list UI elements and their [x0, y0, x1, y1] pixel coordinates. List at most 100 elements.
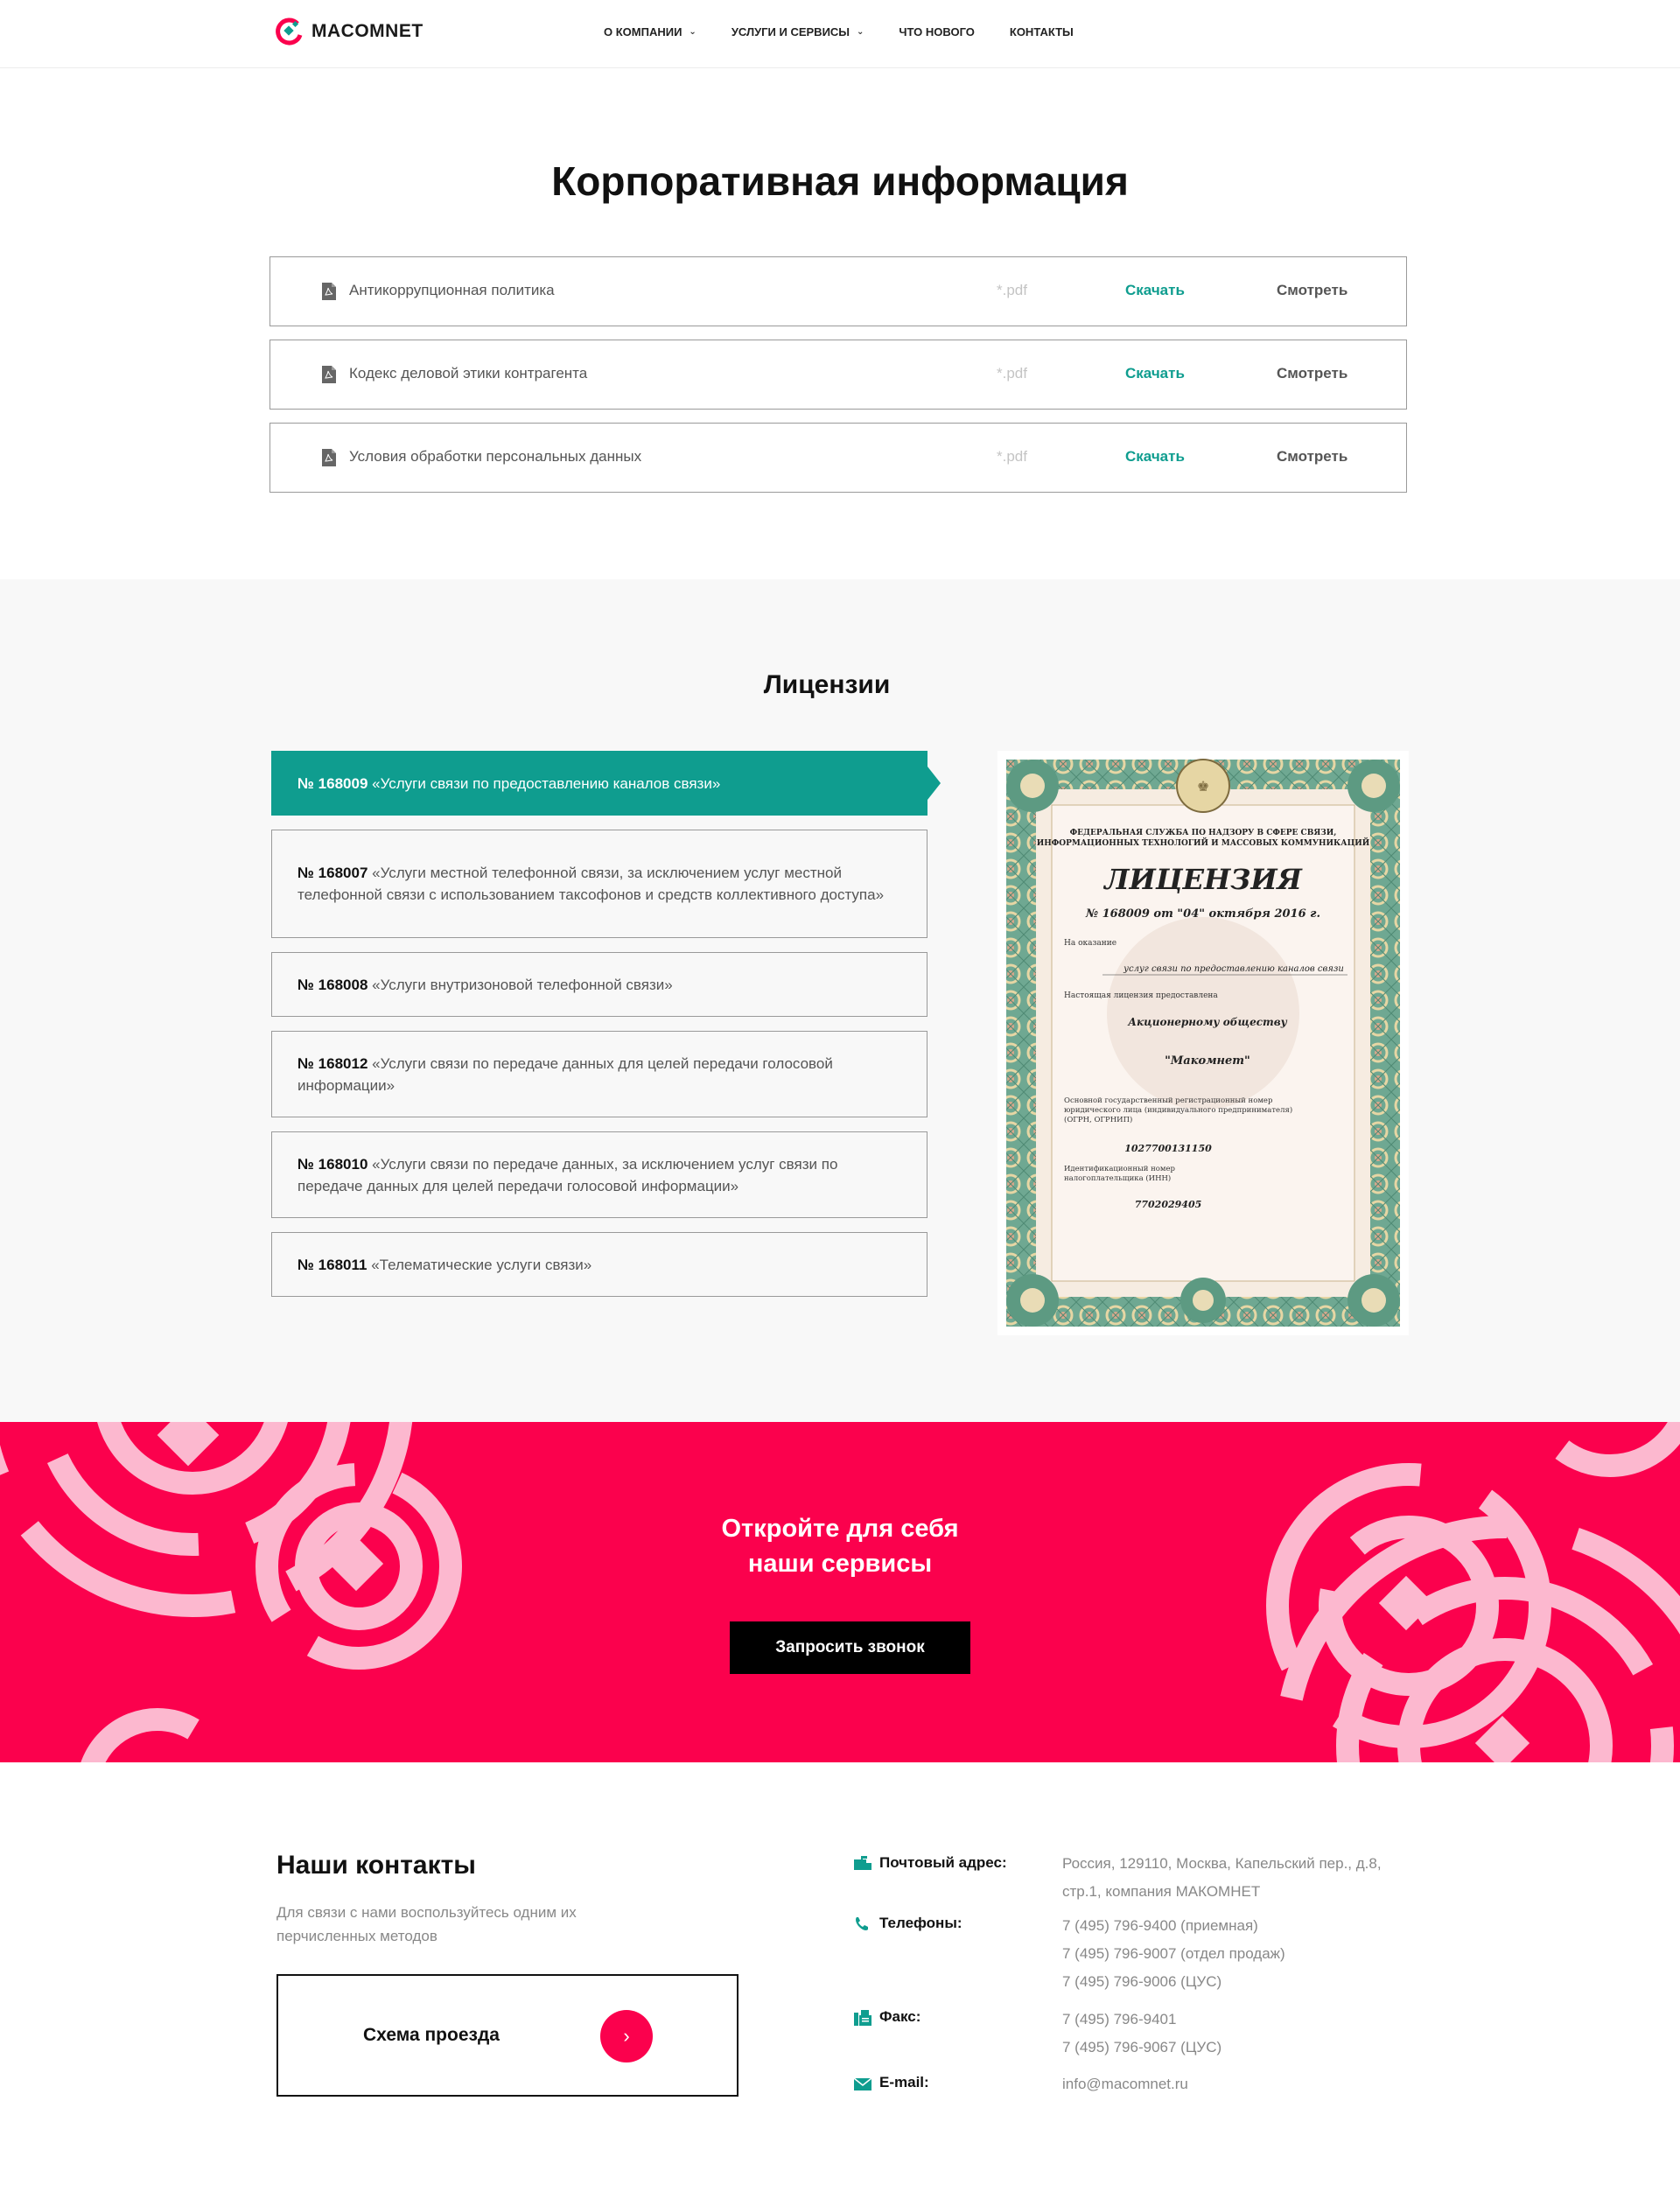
license-description: «Услуги внутризоновой телефонной связи»	[368, 976, 673, 993]
macomnet-logo-icon	[276, 18, 303, 46]
document-name: Кодекс деловой этики контрагента	[349, 365, 588, 382]
svg-text:Основной государственный регис: Основной государственный регистрационный…	[1064, 1096, 1273, 1105]
svg-text:юридического лица (индивидуаль: юридического лица (индивидуального предп…	[1064, 1105, 1292, 1115]
svg-text:ФЕДЕРАЛЬНАЯ СЛУЖБА ПО НАДЗОРУ: ФЕДЕРАЛЬНАЯ СЛУЖБА ПО НАДЗОРУ В СФЕРЕ СВ…	[1070, 829, 1337, 837]
arrow-right-icon[interactable]: ›	[600, 2010, 653, 2062]
nav-news[interactable]: ЧТО НОВОГО	[899, 25, 974, 39]
view-link[interactable]: Смотреть	[1277, 365, 1348, 382]
nav-services[interactable]: УСЛУГИ И СЕРВИСЫ ⌄	[732, 25, 864, 39]
logo-text: MACOMNET	[312, 21, 424, 41]
license-number: № 168007	[298, 865, 368, 881]
phone-number[interactable]: 7 (495) 796-9006 (ЦУС)	[1062, 1971, 1285, 1999]
license-item[interactable]: № 168009 «Услуги связи по предоставлению…	[271, 751, 941, 816]
license-item[interactable]: № 168010 «Услуги связи по передаче данны…	[271, 1131, 928, 1218]
envelope-icon	[853, 2077, 872, 2090]
contacts-subtitle: Для связи с нами воспользуйтесь одним их…	[276, 1904, 577, 1944]
download-link[interactable]: Скачать	[1125, 365, 1185, 382]
email-label: E-mail:	[879, 2074, 929, 2090]
cta-title: Откройте для себя наши сервисы	[0, 1511, 1680, 1581]
route-map-card[interactable]: Схема проезда ›	[276, 1974, 738, 2097]
address-label: Почтовый адрес:	[879, 1854, 1007, 1871]
document-extension: *.pdf	[997, 365, 1027, 382]
license-text: № 168009 «Услуги связи по предоставлению…	[298, 773, 720, 795]
download-link[interactable]: Скачать	[1125, 448, 1185, 466]
address-line: Россия, 129110, Москва, Капельский пер.,…	[1062, 1855, 1382, 1872]
cta-banner: Откройте для себя наши сервисы Запросить…	[0, 1422, 1680, 1762]
document-row: Антикоррупционная политика *.pdf Скачать…	[270, 256, 1407, 326]
decorative-pattern	[0, 1422, 1680, 1762]
view-link[interactable]: Смотреть	[1277, 282, 1348, 299]
nav-contacts[interactable]: КОНТАКТЫ	[1010, 25, 1074, 39]
pdf-file-icon	[322, 283, 336, 300]
licenses-title: Лицензии	[763, 670, 891, 699]
document-name: Антикоррупционная политика	[349, 282, 555, 298]
license-item[interactable]: № 168011 «Телематические услуги связи»	[271, 1232, 928, 1297]
chevron-down-icon: ⌄	[689, 26, 696, 37]
email-link[interactable]: info@macomnet.ru	[1062, 2073, 1188, 2101]
license-number: № 168012	[298, 1054, 368, 1072]
phone-number[interactable]: 7 (495) 796-9400 (приемная)	[1062, 1915, 1285, 1943]
license-description: «Услуги местной телефонной связи, за иск…	[298, 865, 885, 903]
document-row: Условия обработки персональных данных *.…	[270, 423, 1407, 493]
phones-value: 7 (495) 796-9400 (приемная) 7 (495) 796-…	[1062, 1915, 1285, 1999]
document-name: Условия обработки персональных данных	[349, 448, 642, 465]
license-text: № 168008 «Услуги внутризоновой телефонно…	[298, 974, 673, 996]
phones-label: Телефоны:	[879, 1915, 962, 1931]
certificate-ogrn: 1027700131150	[1124, 1143, 1212, 1154]
certificate-number: № 168009 от "04" октября 2016 г.	[1085, 907, 1320, 921]
license-text: № 168012 «Услуги связи по передаче данны…	[298, 1053, 885, 1096]
contacts-title: Наши контакты	[276, 1851, 476, 1880]
phone-icon	[856, 1917, 868, 1930]
document-row: Кодекс деловой этики контрагента *.pdf С…	[270, 340, 1407, 410]
nav-about[interactable]: О КОМПАНИИ ⌄	[604, 25, 696, 39]
license-item[interactable]: № 168008 «Услуги внутризоновой телефонно…	[271, 952, 928, 1017]
license-item[interactable]: № 168007 «Услуги местной телефонной связ…	[271, 830, 928, 938]
nav-about-label: О КОМПАНИИ	[604, 25, 682, 39]
fax-number: 7 (495) 796-9067 (ЦУС)	[1062, 2039, 1222, 2055]
pdf-file-icon	[322, 366, 336, 383]
certificate-holder-type: Акционерному обществу	[1127, 1016, 1287, 1028]
cta-title-line1: Откройте для себя	[721, 1515, 959, 1543]
fax-icon	[854, 2010, 872, 2026]
document-extension: *.pdf	[997, 448, 1027, 465]
page-title: Корпоративная информация	[551, 158, 1129, 204]
svg-text:Идентификационный номер: Идентификационный номер	[1064, 1165, 1176, 1173]
address-line: стр.1, компания МАКОМНЕТ	[1062, 1883, 1261, 1900]
certificate-inn: 7702029405	[1135, 1199, 1202, 1210]
email-value: info@macomnet.ru	[1062, 2073, 1188, 2101]
license-number: № 168011	[298, 1256, 368, 1273]
license-text: № 168011 «Телематические услуги связи»	[298, 1254, 592, 1276]
license-certificate-image[interactable]: ♚ ФЕДЕРАЛЬНАЯ СЛУЖБА ПО НАДЗОРУ В СФЕРЕ …	[998, 751, 1409, 1335]
mailbox-icon	[854, 1856, 872, 1870]
view-link[interactable]: Смотреть	[1277, 448, 1348, 466]
license-description: «Услуги связи по передаче данных, за иск…	[298, 1155, 838, 1194]
nav-news-label: ЧТО НОВОГО	[899, 25, 975, 39]
site-header: MACOMNET О КОМПАНИИ ⌄ УСЛУГИ И СЕРВИСЫ ⌄…	[0, 0, 1680, 68]
certificate-service: услуг связи по предоставлению каналов св…	[1123, 964, 1344, 974]
pdf-file-icon	[322, 449, 336, 466]
svg-text:налогоплательщика (ИНН): налогоплательщика (ИНН)	[1064, 1173, 1171, 1183]
license-number: № 168010	[298, 1155, 368, 1173]
phone-number[interactable]: 7 (495) 796-9007 (отдел продаж)	[1062, 1943, 1285, 1971]
fax-label: Факс:	[879, 2008, 921, 2025]
nav-services-label: УСЛУГИ И СЕРВИСЫ	[731, 25, 850, 39]
request-call-button[interactable]: Запросить звонок	[730, 1621, 970, 1674]
license-number: № 168008	[298, 976, 368, 993]
logo[interactable]: MACOMNET	[275, 14, 424, 49]
license-description: «Телематические услуги связи»	[367, 1256, 592, 1273]
address-value: Россия, 129110, Москва, Капельский пер.,…	[1062, 1852, 1382, 1908]
chevron-down-icon: ⌄	[857, 26, 864, 37]
svg-text:♚: ♚	[1197, 778, 1209, 795]
certificate-holder-name: "Макомнет"	[1165, 1054, 1250, 1068]
licenses-section: Лицензии № 168009 «Услуги связи по предо…	[0, 579, 1680, 1422]
main-nav: О КОМПАНИИ ⌄ УСЛУГИ И СЕРВИСЫ ⌄ ЧТО НОВО…	[604, 0, 1074, 63]
document-extension: *.pdf	[997, 282, 1027, 298]
license-description: «Услуги связи по предоставлению каналов …	[368, 774, 721, 792]
license-item[interactable]: № 168012 «Услуги связи по передаче данны…	[271, 1031, 928, 1117]
license-text: № 168007 «Услуги местной телефонной связ…	[298, 862, 885, 906]
certificate-issued-label: Настоящая лицензия предоставлена	[1064, 991, 1218, 1000]
cta-title-line2: наши сервисы	[747, 1550, 933, 1578]
fax-number: 7 (495) 796-9401	[1062, 2011, 1177, 2027]
download-link[interactable]: Скачать	[1125, 282, 1185, 299]
license-number: № 168009	[298, 774, 368, 792]
